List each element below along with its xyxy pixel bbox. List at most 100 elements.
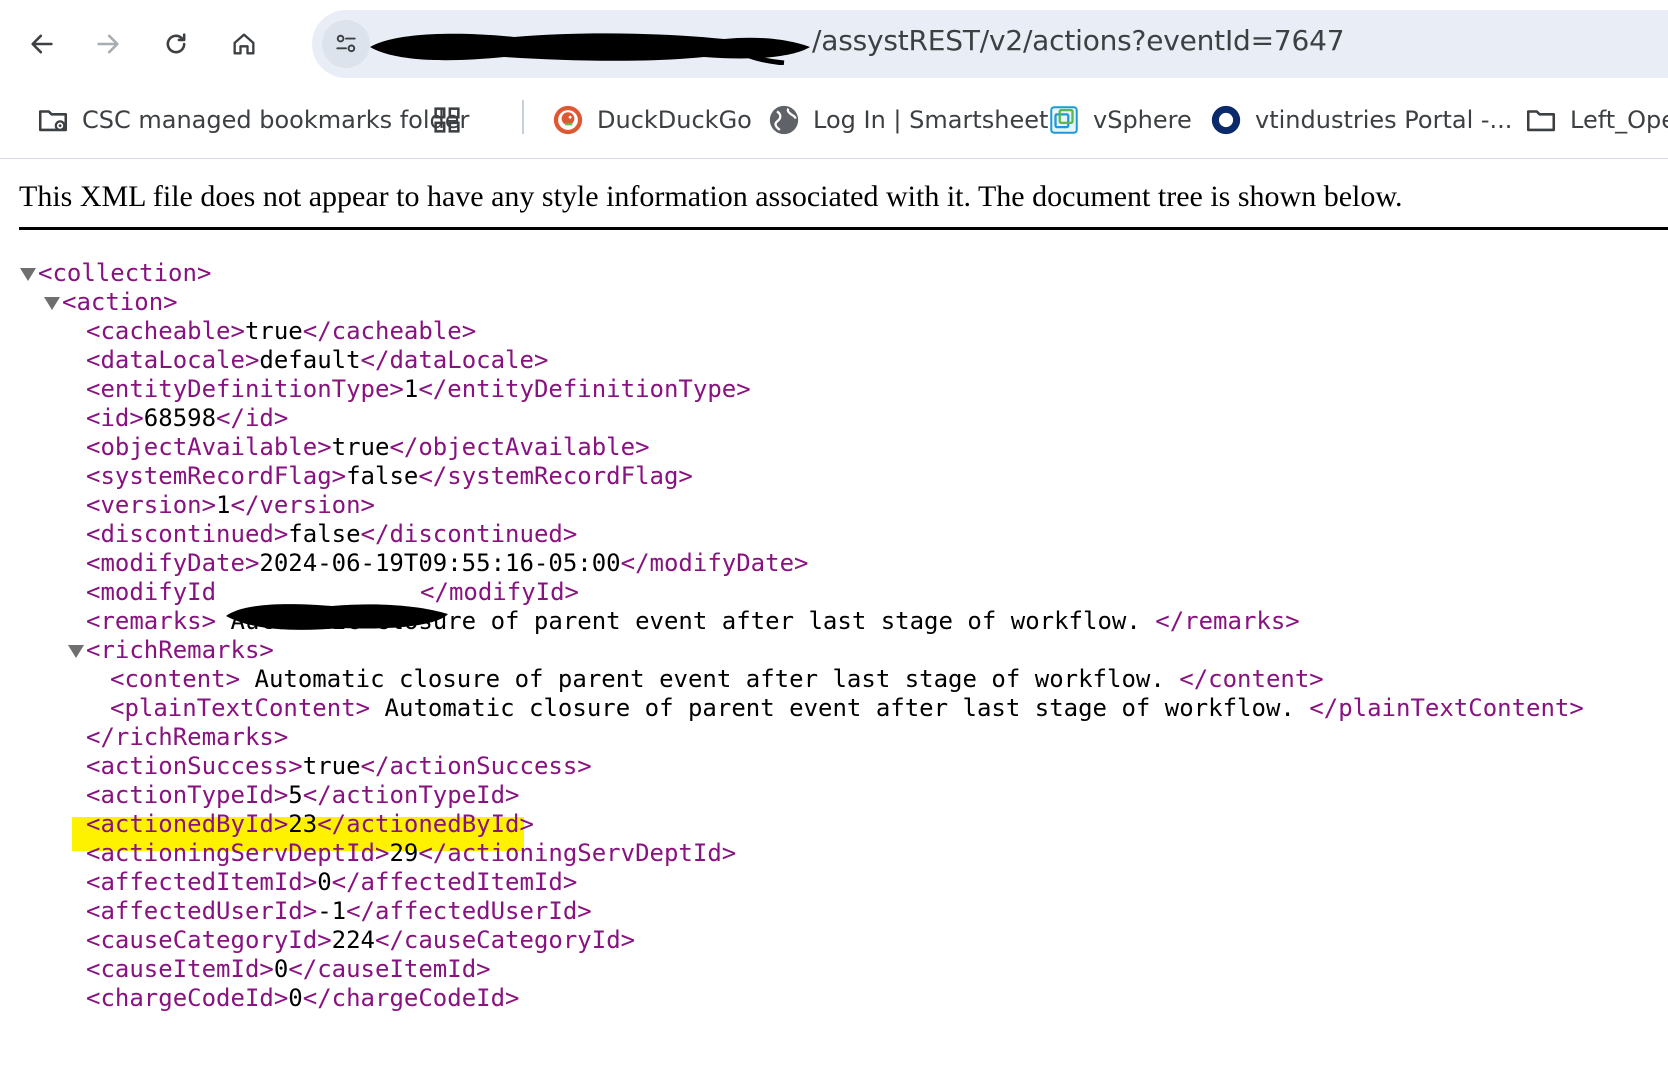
bookmarks-separator bbox=[522, 100, 524, 134]
address-bar[interactable]: /assystREST/v2/actions?eventId=7647 bbox=[312, 10, 1668, 78]
collapse-toggle-icon[interactable] bbox=[68, 645, 84, 658]
xml-line: <causeCategoryId>224</causeCategoryId> bbox=[86, 925, 635, 956]
xml-line: <plainTextContent> Automatic closure of … bbox=[110, 693, 1584, 724]
url-text[interactable]: /assystREST/v2/actions?eventId=7647 bbox=[812, 24, 1345, 57]
globe-icon bbox=[767, 103, 801, 137]
xml-open-tag: <collection> bbox=[38, 259, 212, 287]
bookmark-vtindustries[interactable]: vtindustries Portal -... bbox=[1209, 98, 1512, 142]
xml-line: <discontinued>false</discontinued> bbox=[86, 519, 577, 550]
xml-text: false bbox=[288, 520, 361, 548]
xml-open-tag: <actionTypeId> bbox=[86, 781, 289, 809]
xml-open-tag: <action> bbox=[62, 288, 178, 316]
xml-text: 2024-06-19T09:55:16-05:00 bbox=[259, 549, 621, 577]
apps-button[interactable] bbox=[430, 98, 476, 142]
xml-open-tag: <cacheable> bbox=[86, 317, 245, 345]
bookmark-label: vtindustries Portal -... bbox=[1255, 106, 1513, 134]
xml-line: <collection> bbox=[38, 258, 211, 289]
xml-style-notice: This XML file does not appear to have an… bbox=[19, 180, 1403, 213]
xml-text: -1 bbox=[317, 897, 347, 925]
xml-open-tag: </richRemarks> bbox=[86, 723, 289, 751]
xml-close-tag: </dataLocale> bbox=[360, 346, 549, 374]
home-button[interactable] bbox=[222, 22, 266, 66]
back-button[interactable] bbox=[20, 22, 64, 66]
xml-open-tag: <causeCategoryId> bbox=[86, 926, 332, 954]
notice-divider bbox=[19, 227, 1668, 230]
xml-close-tag: </content> bbox=[1179, 665, 1324, 693]
xml-open-tag: <dataLocale> bbox=[86, 346, 260, 374]
xml-close-tag: </actionedById> bbox=[317, 810, 534, 838]
xml-line: <actionTypeId>5</actionTypeId> bbox=[86, 780, 520, 811]
xml-text: 0 bbox=[288, 984, 303, 1012]
bookmark-smartsheet[interactable]: Log In | Smartsheet bbox=[767, 98, 1048, 142]
xml-close-tag: </actionSuccess> bbox=[360, 752, 592, 780]
xml-open-tag: <causeItemId> bbox=[86, 955, 274, 983]
bookmark-vsphere[interactable]: vSphere bbox=[1047, 98, 1192, 142]
xml-text: true bbox=[244, 317, 303, 345]
tune-icon bbox=[336, 34, 356, 53]
xml-close-tag: </affectedItemId> bbox=[331, 868, 578, 896]
xml-close-tag: </id> bbox=[216, 404, 289, 432]
xml-open-tag: <entityDefinitionType> bbox=[86, 375, 404, 403]
xml-text: 1 bbox=[216, 491, 231, 519]
xml-text: default bbox=[259, 346, 361, 374]
xml-close-tag: </entityDefinitionType> bbox=[418, 375, 751, 403]
xml-close-tag: </affectedUserId> bbox=[346, 897, 592, 925]
xml-close-tag: </discontinued> bbox=[360, 520, 578, 548]
forward-button[interactable] bbox=[86, 22, 130, 66]
xml-text: 23 bbox=[288, 810, 318, 838]
xml-line: <actionSuccess>true</actionSuccess> bbox=[86, 751, 592, 782]
xml-text: Automatic closure of parent event after … bbox=[370, 694, 1310, 722]
vsphere-icon bbox=[1047, 103, 1081, 137]
xml-open-tag: <actioningServDeptId> bbox=[86, 839, 390, 867]
xml-open-tag: <version> bbox=[86, 491, 217, 519]
xml-text: true bbox=[302, 752, 361, 780]
xml-line: <dataLocale>default</dataLocale> bbox=[86, 345, 548, 376]
xml-text: Automatic closure of parent event after … bbox=[240, 665, 1180, 693]
xml-close-tag: </remarks> bbox=[1155, 607, 1300, 635]
xml-line: <objectAvailable>true</objectAvailable> bbox=[86, 432, 650, 463]
collapse-toggle-icon[interactable] bbox=[20, 268, 36, 281]
xml-close-tag: </causeItemId> bbox=[288, 955, 491, 983]
xml-open-tag: <actionedById> bbox=[86, 810, 289, 838]
bookmark-label: DuckDuckGo bbox=[597, 106, 752, 134]
xml-line: <causeItemId>0</causeItemId> bbox=[86, 954, 491, 985]
xml-open-tag: <objectAvailable> bbox=[86, 433, 332, 461]
xml-close-tag: </objectAvailable> bbox=[389, 433, 650, 461]
xml-line: </richRemarks> bbox=[86, 722, 288, 753]
home-icon bbox=[233, 33, 255, 55]
xml-close-tag: </systemRecordFlag> bbox=[418, 462, 693, 490]
apps-grid-icon bbox=[430, 103, 464, 137]
xml-close-tag: </actionTypeId> bbox=[302, 781, 520, 809]
xml-text: 224 bbox=[331, 926, 375, 954]
bookmark-managed-folder[interactable]: CSC managed bookmarks folder bbox=[36, 98, 469, 142]
xml-open-tag: <actionSuccess> bbox=[86, 752, 303, 780]
xml-text: true bbox=[331, 433, 390, 461]
xml-text: false bbox=[346, 462, 419, 490]
bookmark-label: vSphere bbox=[1093, 106, 1192, 134]
bookmark-left-ope[interactable]: Left_Ope bbox=[1524, 98, 1668, 142]
bookmark-label: CSC managed bookmarks folder bbox=[82, 106, 470, 134]
xml-open-tag: <content> bbox=[110, 665, 241, 693]
duckduckgo-icon bbox=[551, 103, 585, 137]
bookmark-duckduckgo[interactable]: DuckDuckGo bbox=[551, 98, 752, 142]
xml-open-tag: <richRemarks> bbox=[86, 636, 274, 664]
xml-open-tag: <chargeCodeId> bbox=[86, 984, 289, 1012]
xml-open-tag: <affectedUserId> bbox=[86, 897, 318, 925]
collapse-toggle-icon[interactable] bbox=[44, 297, 60, 310]
xml-text: 68598 bbox=[143, 404, 217, 432]
xml-open-tag: <id> bbox=[86, 404, 144, 432]
xml-text: 5 bbox=[288, 781, 303, 809]
xml-line: <richRemarks> bbox=[86, 635, 274, 666]
site-info-button[interactable] bbox=[322, 20, 370, 68]
xml-close-tag: </plainTextContent> bbox=[1309, 694, 1584, 722]
portal-icon bbox=[1209, 103, 1243, 137]
forward-icon bbox=[97, 34, 119, 54]
xml-line: <version>1</version> bbox=[86, 490, 375, 521]
redaction-mark bbox=[226, 604, 448, 630]
managed-folder-icon bbox=[36, 103, 70, 137]
xml-line: <actioningServDeptId>29</actioningServDe… bbox=[86, 838, 736, 869]
reload-icon bbox=[166, 33, 186, 54]
xml-line: <entityDefinitionType>1</entityDefinitio… bbox=[86, 374, 751, 405]
xml-line: <affectedUserId>-1</affectedUserId> bbox=[86, 896, 592, 927]
reload-button[interactable] bbox=[154, 22, 198, 66]
